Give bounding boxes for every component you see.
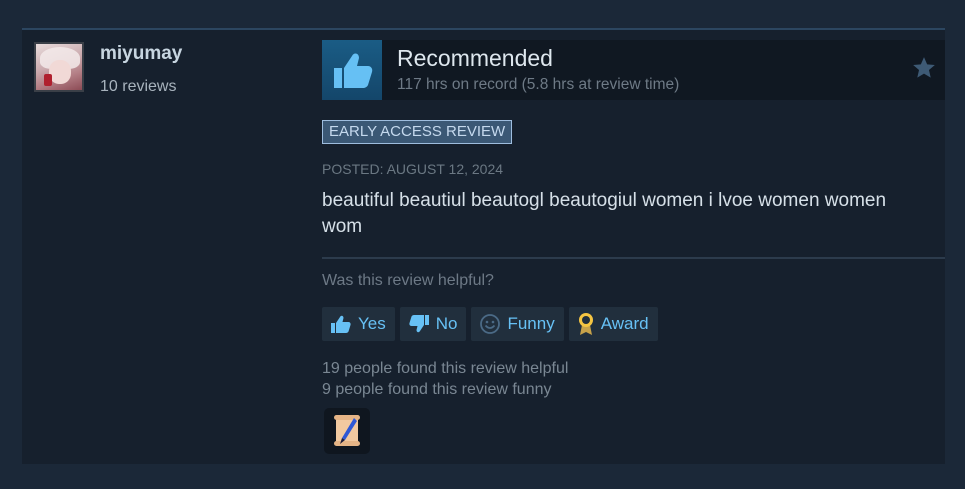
no-label: No — [435, 314, 458, 333]
funny-label: Funny — [507, 314, 555, 333]
thumbs-up-icon — [322, 40, 382, 100]
star-icon[interactable] — [911, 55, 937, 81]
helpful-question: Was this review helpful? — [322, 272, 494, 289]
verdict-title[interactable]: Recommended — [397, 45, 553, 72]
yes-label: Yes — [358, 314, 386, 333]
thumbs-up-icon — [330, 314, 352, 334]
yes-button[interactable]: Yes — [322, 307, 395, 341]
avatar[interactable] — [34, 42, 84, 92]
author-name[interactable]: miyumay — [100, 43, 182, 65]
award-button[interactable]: Award — [568, 307, 658, 341]
vote-buttons: Yes No Funny Award — [322, 307, 658, 341]
award-label: Award — [600, 314, 649, 333]
scroll-quill-award-icon[interactable] — [324, 408, 370, 454]
vote-header: Recommended 117 hrs on record (5.8 hrs a… — [322, 40, 945, 100]
playtime-hours: 117 hrs on record (5.8 hrs at review tim… — [397, 76, 680, 93]
author-block: miyumay 10 reviews — [34, 42, 294, 102]
funny-button[interactable]: Funny — [471, 307, 564, 341]
helpful-count: 19 people found this review helpful — [322, 360, 569, 377]
award-ribbon-icon — [577, 312, 595, 336]
smiley-icon — [479, 313, 501, 335]
no-button[interactable]: No — [399, 307, 467, 341]
posted-date: POSTED: AUGUST 12, 2024 — [322, 161, 504, 177]
review-card: miyumay 10 reviews Recommended 117 hrs o… — [22, 28, 945, 464]
early-access-badge: EARLY ACCESS REVIEW — [322, 120, 513, 144]
funny-count: 9 people found this review funny — [322, 381, 552, 398]
author-review-count[interactable]: 10 reviews — [100, 78, 176, 96]
divider — [322, 257, 945, 259]
thumbs-down-icon — [408, 314, 430, 334]
review-text: beautiful beautiul beautogl beautogiul w… — [322, 190, 887, 237]
